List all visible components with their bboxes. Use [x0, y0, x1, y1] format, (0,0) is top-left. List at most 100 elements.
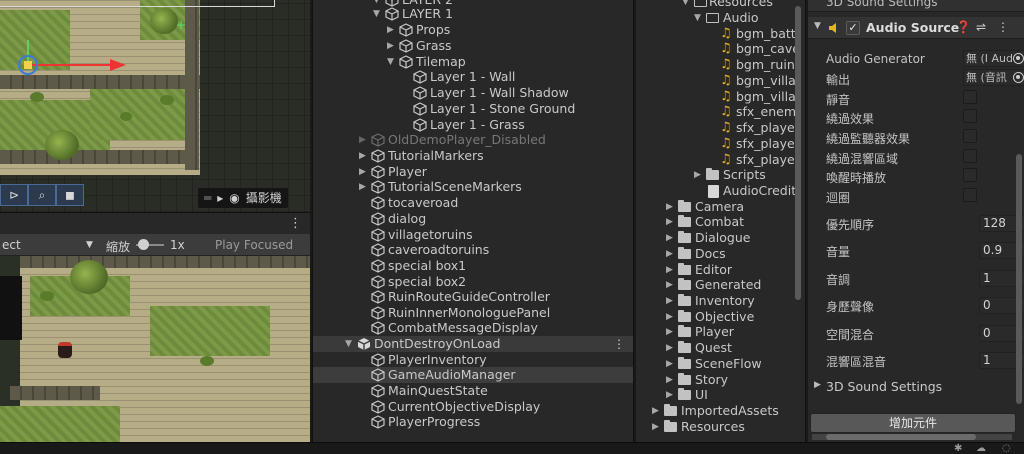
hierarchy-item-special-box2[interactable]: special box2	[313, 274, 633, 290]
hand-tool-icon[interactable]: ⊳	[0, 184, 28, 206]
add-component-button[interactable]: 增加元件	[810, 413, 1016, 433]
more-options-icon[interactable]: ⋮	[997, 20, 1009, 34]
expand-arrow-icon[interactable]: ▶	[666, 309, 676, 325]
hierarchy-item-tutorial-scene-markers[interactable]: ▶ TutorialSceneMarkers	[313, 179, 633, 195]
activity-icon[interactable]: ◌	[1002, 443, 1011, 454]
expand-arrow-icon[interactable]: ▶	[666, 262, 676, 278]
project-folder-editor[interactable]: ▶ Editor	[636, 262, 796, 278]
expand-arrow-icon[interactable]: ▶	[387, 22, 397, 38]
project-folder-dialogue[interactable]: ▶ Dialogue	[636, 230, 796, 246]
object-picker-icon[interactable]	[1013, 53, 1024, 64]
project-asset-bgm-village-2[interactable]: ♫ bgm_village	[636, 89, 796, 105]
expand-arrow-icon[interactable]: ▶	[359, 132, 369, 148]
expand-arrow-icon[interactable]: ▶	[666, 199, 676, 215]
hierarchy-item-caveroadtoruins[interactable]: caveroadtoruins	[313, 242, 633, 258]
expand-arrow-icon[interactable]: ▶	[666, 230, 676, 246]
hierarchy-item-dialog[interactable]: dialog	[313, 211, 633, 227]
project-folder-player[interactable]: ▶ Player	[636, 324, 796, 340]
zoom-slider-handle[interactable]	[138, 239, 149, 250]
hierarchy-item-layer1-stone-ground[interactable]: Layer 1 - Stone Ground	[313, 101, 633, 117]
hierarchy-item-old-demo-player[interactable]: ▶ OldDemoPlayer_Disabled	[313, 132, 633, 148]
expand-arrow-icon[interactable]: ▼	[682, 0, 692, 10]
inspector-horizontal-scrollbar[interactable]	[812, 434, 1012, 440]
expand-arrow-icon[interactable]: ▶	[666, 277, 676, 293]
collapse-arrow-icon[interactable]: ▼	[814, 21, 821, 31]
project-folder-imported-assets[interactable]: ▶ ImportedAssets	[636, 403, 796, 419]
more-options-icon[interactable]: ⋮	[613, 336, 625, 352]
project-asset-sfx-enemy[interactable]: ♫ sfx_enemy	[636, 104, 796, 120]
hierarchy-item-tutorial-markers[interactable]: ▶ TutorialMarkers	[313, 148, 633, 164]
expand-arrow-icon[interactable]: ▶	[666, 246, 676, 262]
expand-arrow-icon[interactable]: ▶	[666, 324, 676, 340]
bypass-reverb-zones-checkbox[interactable]	[963, 149, 977, 163]
project-folder-audio[interactable]: ▼ Audio	[636, 10, 796, 26]
aspect-dropdown-arrow-icon[interactable]: ▼	[86, 240, 93, 250]
expand-arrow-icon[interactable]: ▼	[694, 10, 704, 26]
component-enabled-checkbox[interactable]: ✓	[846, 21, 860, 35]
expand-arrow-icon[interactable]: ▶	[359, 164, 369, 180]
bug-icon[interactable]: ✱	[954, 443, 962, 454]
audio-source-header[interactable]: ▼ ✓ Audio Source ❓ ⇌ ⋮	[808, 17, 1024, 39]
preset-sliders-icon[interactable]: ⇌	[976, 20, 986, 34]
project-folder-ui[interactable]: ▶ UI	[636, 387, 796, 403]
hierarchy-item-special-box1[interactable]: special box1	[313, 258, 633, 274]
hierarchy-item-layer1-wall[interactable]: Layer 1 - Wall	[313, 69, 633, 85]
expand-arrow-icon[interactable]: ▶	[666, 293, 676, 309]
project-folder-inventory[interactable]: ▶ Inventory	[636, 293, 796, 309]
project-asset-sfx-player[interactable]: ♫ sfx_player	[636, 120, 796, 136]
hierarchy-item-ruin-inner-monologue[interactable]: RuinInnerMonologuePanel	[313, 305, 633, 321]
expand-arrow-icon[interactable]: ▶	[359, 179, 369, 195]
hierarchy-item-game-audio-manager[interactable]: GameAudioManager	[313, 367, 633, 383]
expand-arrow-icon[interactable]: ▶	[666, 340, 676, 356]
project-folder-combat[interactable]: ▶ Combat	[636, 214, 796, 230]
project-folder-generated[interactable]: ▶ Generated	[636, 277, 796, 293]
hierarchy-item-combat-message-display[interactable]: CombatMessageDisplay	[313, 320, 633, 336]
project-asset-bgm-village[interactable]: ♫ bgm_village	[636, 73, 796, 89]
hierarchy-item-grass[interactable]: ▶ Grass	[313, 38, 633, 54]
expand-arrow-icon[interactable]: ▶	[666, 372, 676, 388]
hierarchy-item-villagetoruins[interactable]: villagetoruins	[313, 227, 633, 243]
help-icon[interactable]: ❓	[956, 20, 971, 34]
project-folder-sceneflow[interactable]: ▶ SceneFlow	[636, 356, 796, 372]
play-on-awake-checkbox[interactable]	[963, 168, 977, 182]
hierarchy-item-player[interactable]: ▶ Player	[313, 164, 633, 180]
aspect-dropdown[interactable]: ect	[2, 238, 21, 252]
audio-generator-object-field[interactable]: 無 (I Aud	[963, 50, 1024, 67]
project-folder-objective[interactable]: ▶ Objective	[636, 309, 796, 325]
more-options-icon[interactable]: ⋮	[289, 216, 302, 231]
bypass-listener-effects-checkbox[interactable]	[963, 129, 977, 143]
expand-arrow-icon[interactable]: ▶	[359, 148, 369, 164]
hierarchy-item-tocaveroad[interactable]: tocaveroad	[313, 195, 633, 211]
expand-arrow-icon[interactable]: ▼	[345, 336, 355, 352]
expand-arrow-icon[interactable]: ▶	[666, 214, 676, 230]
hierarchy-item-layer1-wall-shadow[interactable]: Layer 1 - Wall Shadow	[313, 85, 633, 101]
zoom-tool-icon[interactable]: ⌕	[28, 184, 56, 206]
hierarchy-item-player-inventory[interactable]: PlayerInventory	[313, 352, 633, 368]
project-folder-story[interactable]: ▶ Story	[636, 372, 796, 388]
expand-arrow-icon[interactable]: ▼	[373, 6, 383, 22]
project-folder-scripts[interactable]: ▶ Scripts	[636, 167, 796, 183]
hierarchy-item-props[interactable]: ▶ Props	[313, 22, 633, 38]
project-folder-resources-root[interactable]: ▶ Resources	[636, 419, 796, 435]
expand-arrow-icon[interactable]: ▶	[666, 387, 676, 403]
project-asset-sfx-player-3[interactable]: ♫ sfx_player	[636, 152, 796, 168]
project-folder-camera[interactable]: ▶ Camera	[636, 199, 796, 215]
project-folder-quest[interactable]: ▶ Quest	[636, 340, 796, 356]
project-asset-audio-credits[interactable]: AudioCredits	[636, 183, 796, 199]
output-object-field[interactable]: 無 (音訊	[963, 69, 1024, 86]
expand-arrow-icon[interactable]: ▶	[694, 167, 704, 183]
project-folder-docs[interactable]: ▶ Docs	[636, 246, 796, 262]
hierarchy-item-layer1-grass[interactable]: Layer 1 - Grass	[313, 117, 633, 133]
move-gizmo-icon[interactable]	[10, 40, 130, 90]
hierarchy-item-layer-1[interactable]: ▼ LAYER 1	[313, 6, 633, 22]
scene-camera-overlay[interactable]: ═ ▸ ◉ 攝影機	[198, 188, 288, 208]
expand-arrow-icon[interactable]: ▼	[387, 54, 397, 70]
hierarchy-item-player-progress[interactable]: PlayerProgress	[313, 414, 633, 430]
project-asset-bgm-ruins[interactable]: ♫ bgm_ruins	[636, 57, 796, 73]
expand-arrow-icon[interactable]: ▶	[652, 403, 662, 419]
loop-checkbox[interactable]	[963, 188, 977, 202]
project-scrollbar[interactable]	[795, 6, 801, 300]
inspector-scrollbar[interactable]	[1016, 154, 1022, 404]
expand-arrow-icon[interactable]: ▶	[652, 419, 662, 435]
camera-tool-icon[interactable]: ◼	[56, 184, 84, 206]
